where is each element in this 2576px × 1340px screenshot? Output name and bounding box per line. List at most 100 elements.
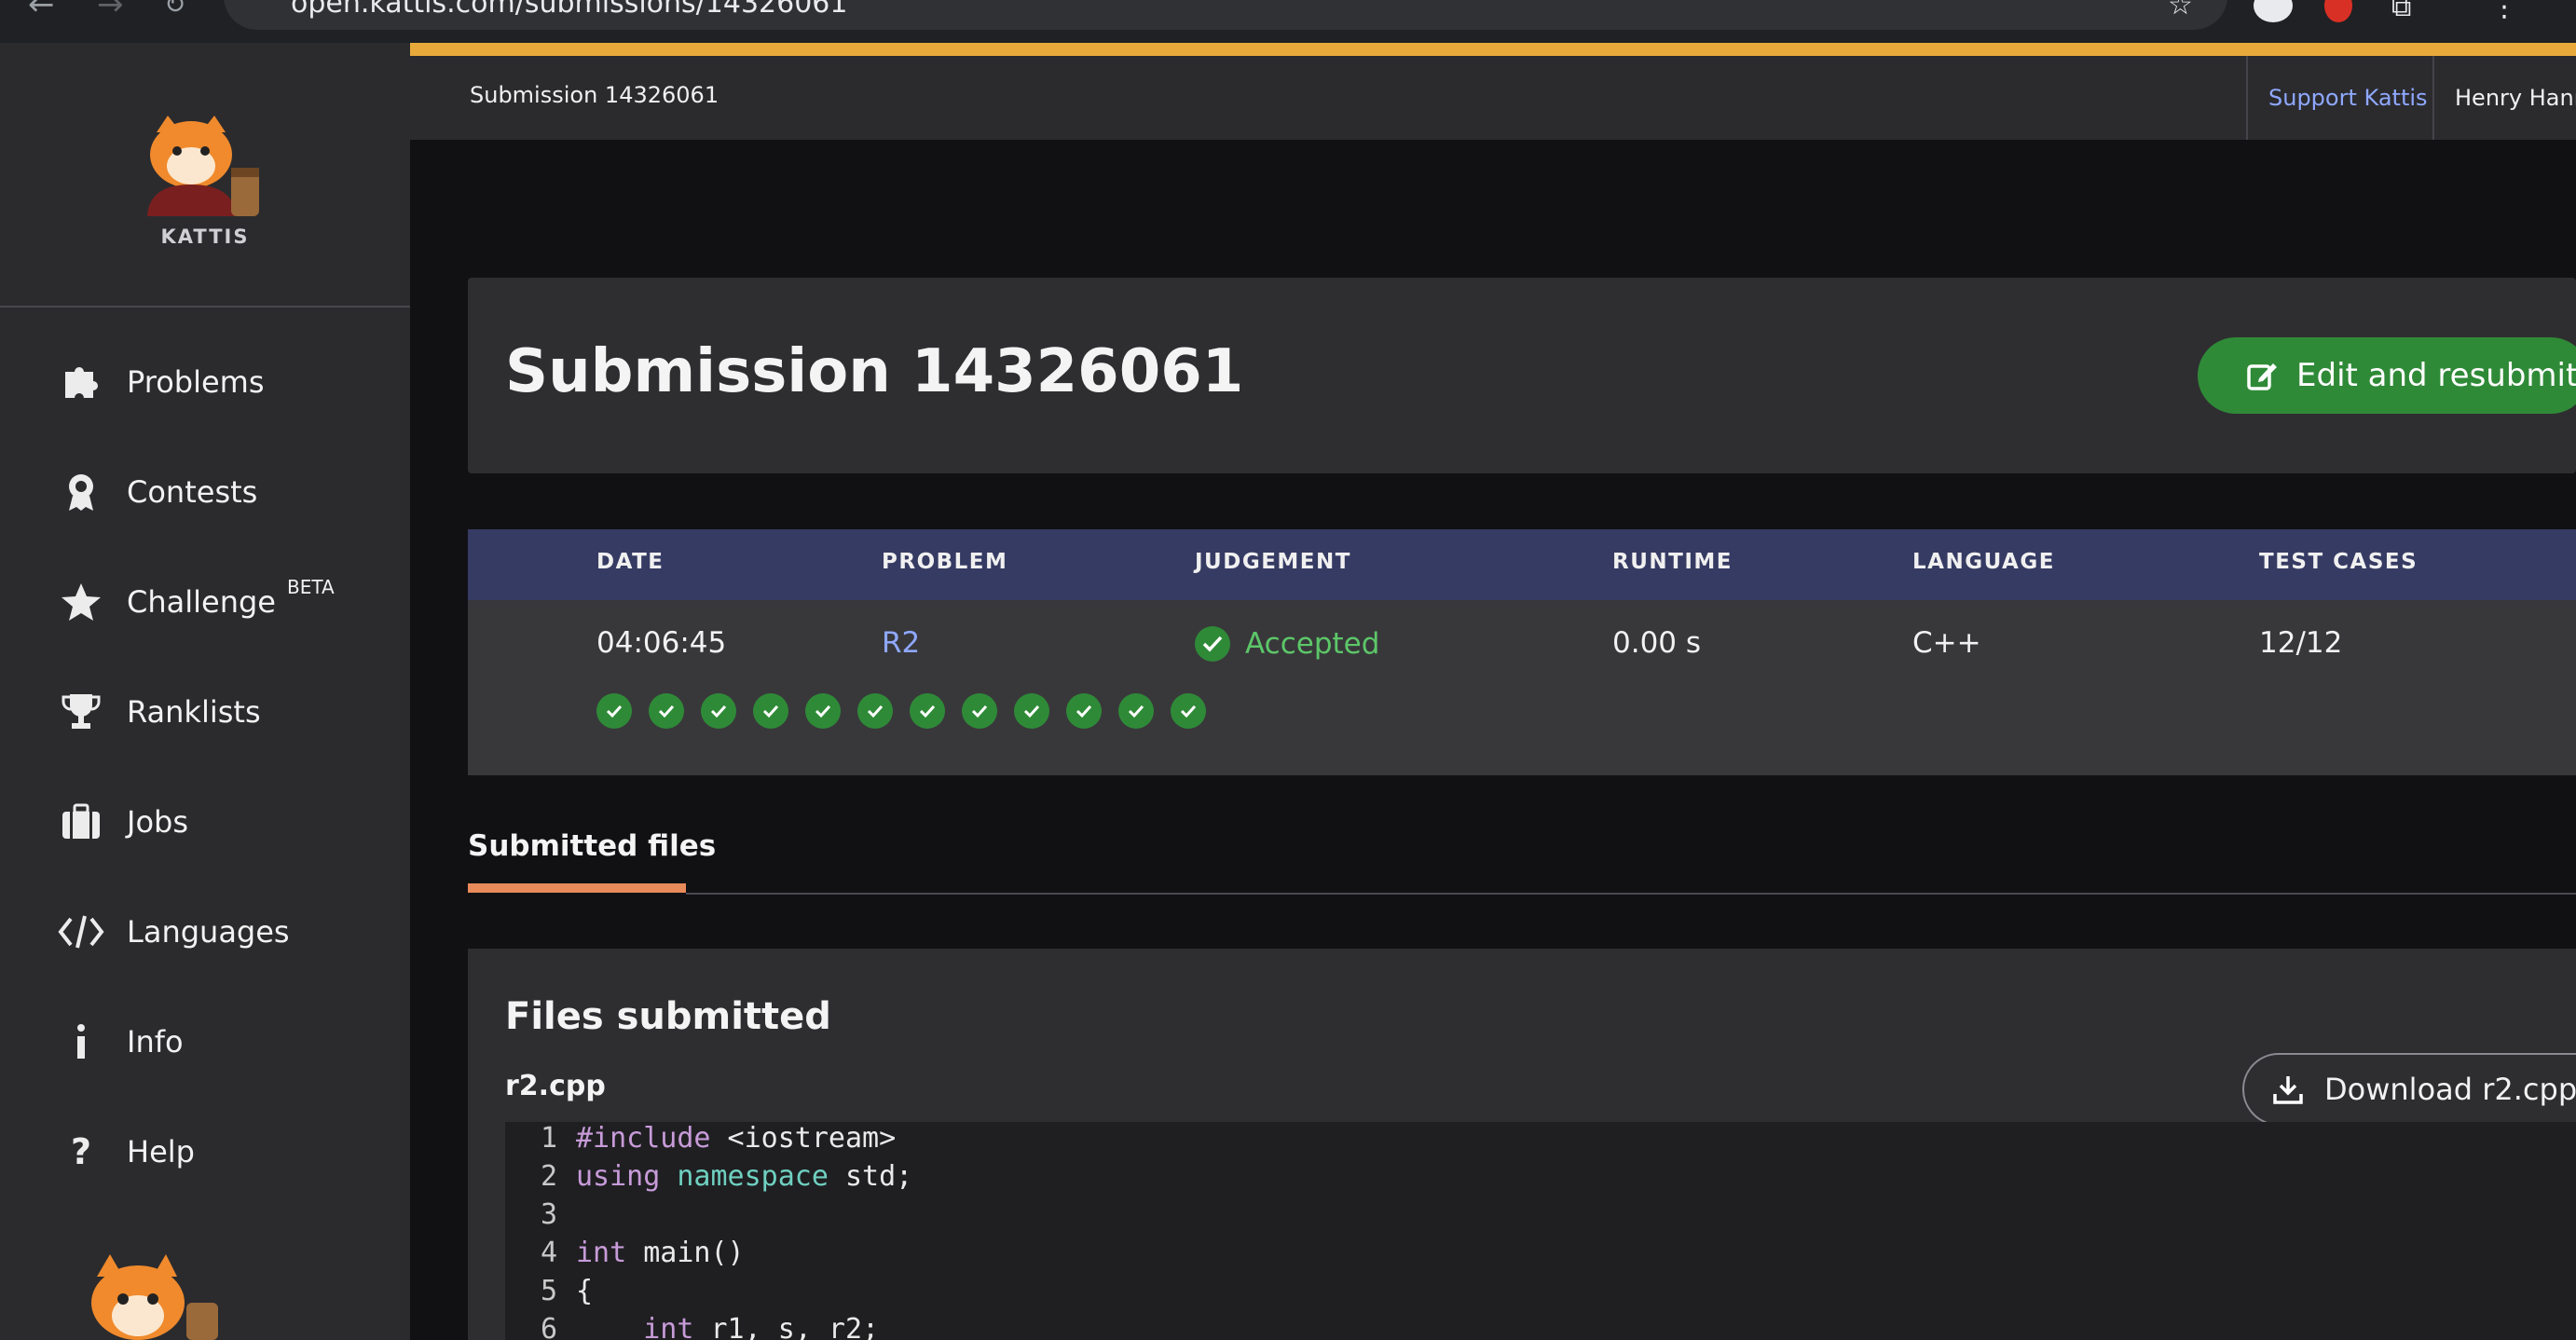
user-menu[interactable]: Henry Hanna	[2432, 56, 2576, 140]
code-line: 3	[505, 1198, 576, 1236]
table-header-row: DATE PROBLEM JUDGEMENT RUNTIME LANGUAGE …	[468, 529, 2576, 600]
sidebar-item-challenge[interactable]: Challenge BETA	[58, 574, 335, 630]
submission-table: DATE PROBLEM JUDGEMENT RUNTIME LANGUAGE …	[468, 529, 2576, 775]
support-kattis-label[interactable]: Support Kattis	[2268, 85, 2428, 111]
trophy-icon	[58, 689, 104, 735]
code-icon	[58, 909, 104, 955]
sidebar-item-label: Languages	[127, 914, 290, 950]
active-tab-indicator	[468, 883, 686, 893]
column-header-language: LANGUAGE	[1912, 550, 2055, 574]
test-case-passed-icon[interactable]	[1171, 693, 1206, 729]
download-file-button[interactable]: Download r2.cpp	[2242, 1053, 2576, 1126]
line-number: 3	[540, 1198, 557, 1231]
code-line: 5{	[505, 1275, 593, 1312]
sidebar-item-info[interactable]: Info	[58, 1014, 184, 1070]
extensions-puzzle-icon[interactable]: ⧉	[2391, 0, 2411, 23]
bookmark-star-icon[interactable]: ☆	[2168, 0, 2193, 21]
line-number: 4	[540, 1237, 557, 1269]
question-icon: ?	[70, 1131, 92, 1172]
code-viewer[interactable]: 1 #include <iostream> 2 using namespace std…	[505, 1122, 2576, 1340]
file-name: r2.cpp	[505, 1070, 606, 1102]
mascot-icon	[91, 1254, 218, 1340]
test-case-passed-icon[interactable]	[1118, 693, 1154, 729]
extension-icon[interactable]	[2324, 0, 2352, 22]
sidebar-item-label: Challenge	[127, 584, 276, 620]
sidebar-item-ranklists[interactable]: Ranklists	[58, 684, 261, 740]
user-name[interactable]: Henry Hanna	[2455, 85, 2576, 111]
sidebar-item-label: Problems	[127, 364, 265, 400]
back-icon[interactable]: ←	[28, 0, 55, 21]
reload-icon[interactable]: ↻	[164, 0, 185, 21]
code-line: 4 int main()	[505, 1237, 745, 1274]
info-icon	[58, 1019, 104, 1065]
column-header-date: DATE	[596, 550, 665, 574]
test-case-passed-icon[interactable]	[753, 693, 788, 729]
cell-language: C++	[1912, 626, 1981, 660]
judgement-label: Accepted	[1245, 627, 1380, 661]
accent-bar	[410, 43, 2576, 56]
url-text[interactable]: open.kattis.com/submissions/14326061	[291, 0, 847, 20]
test-case-passed-icon[interactable]	[910, 693, 945, 729]
logo-area[interactable]: KATTIS	[0, 43, 410, 308]
sidebar-item-languages[interactable]: Languages	[58, 904, 290, 960]
code-line: 6 int r1, s, r2;	[505, 1313, 879, 1340]
browser-toolbar: ← → ↻ open.kattis.com/submissions/143260…	[0, 0, 2576, 43]
code-text: int main()	[576, 1237, 745, 1269]
test-case-passed-icon[interactable]	[701, 693, 736, 729]
files-submitted-panel: Files submitted r2.cpp Download r2.cpp 1…	[468, 949, 2576, 1340]
line-number: 1	[540, 1122, 557, 1155]
sidebar-item-label: Jobs	[127, 804, 188, 840]
code-text: int r1, s, r2;	[643, 1313, 880, 1340]
sidebar-item-label: Help	[127, 1134, 195, 1169]
test-case-passed-icon[interactable]	[805, 693, 841, 729]
column-header-test-cases: TEST CASES	[2259, 550, 2418, 574]
page-title: Submission 14326061	[505, 337, 1244, 406]
edit-and-resubmit-label: Edit and resubmit	[2296, 357, 2576, 394]
sidebar-item-problems[interactable]: Problems	[58, 354, 265, 410]
menu-icon[interactable]: ⋮	[2490, 0, 2518, 23]
profile-icon[interactable]	[2254, 0, 2293, 22]
sidebar-item-help[interactable]: ? Help	[58, 1124, 195, 1180]
code-text: {	[576, 1275, 594, 1307]
support-kattis-link[interactable]: Support Kattis	[2246, 56, 2432, 140]
test-case-passed-icon[interactable]	[1066, 693, 1102, 729]
submission-header: Submission 14326061 Edit and resubmit	[468, 278, 2576, 473]
sidebar-item-contests[interactable]: Contests	[58, 464, 257, 520]
code-text: #include <iostream>	[576, 1122, 897, 1155]
test-case-passed-icon[interactable]	[1014, 693, 1049, 729]
sidebar-item-label: Contests	[127, 474, 258, 510]
sidebar: KATTIS Problems Contests Challenge BETA …	[0, 43, 410, 1340]
line-number: 5	[540, 1275, 557, 1307]
test-case-passed-icon[interactable]	[962, 693, 997, 729]
edit-and-resubmit-button[interactable]: Edit and resubmit	[2198, 337, 2576, 414]
files-title: Files submitted	[505, 995, 831, 1038]
code-line: 2 using namespace std;	[505, 1160, 912, 1197]
tab-divider	[686, 893, 2576, 895]
top-bar: Submission 14326061 Support Kattis Henry…	[410, 56, 2576, 140]
logo-text: KATTIS	[160, 226, 250, 248]
column-header-problem: PROBLEM	[882, 550, 1008, 574]
forward-icon[interactable]: →	[97, 0, 124, 21]
tab-submitted-files[interactable]: Submitted files	[468, 829, 716, 863]
test-case-results	[596, 693, 1223, 729]
test-case-passed-icon[interactable]	[857, 693, 893, 729]
sidebar-item-jobs[interactable]: Jobs	[58, 794, 188, 850]
briefcase-icon	[58, 799, 104, 845]
award-icon	[58, 469, 104, 515]
code-line: 1 #include <iostream>	[505, 1122, 896, 1159]
code-text: using namespace std;	[576, 1160, 913, 1193]
test-case-passed-icon[interactable]	[649, 693, 684, 729]
edit-icon	[2247, 363, 2277, 390]
cell-date: 04:06:45	[596, 626, 727, 660]
test-case-passed-icon[interactable]	[596, 693, 632, 729]
line-number: 2	[540, 1160, 557, 1193]
breadcrumb[interactable]: Submission 14326061	[470, 82, 719, 108]
column-header-runtime: RUNTIME	[1612, 550, 1733, 574]
check-circle-icon	[1195, 626, 1230, 662]
cell-runtime: 0.00 s	[1612, 626, 1702, 660]
kattis-logo-icon[interactable]	[140, 116, 270, 218]
cell-problem-link[interactable]: R2	[882, 626, 920, 660]
download-file-label: Download r2.cpp	[2324, 1072, 2576, 1107]
cell-judgement: Accepted	[1195, 626, 1379, 662]
cell-test-cases: 12/12	[2259, 626, 2343, 660]
